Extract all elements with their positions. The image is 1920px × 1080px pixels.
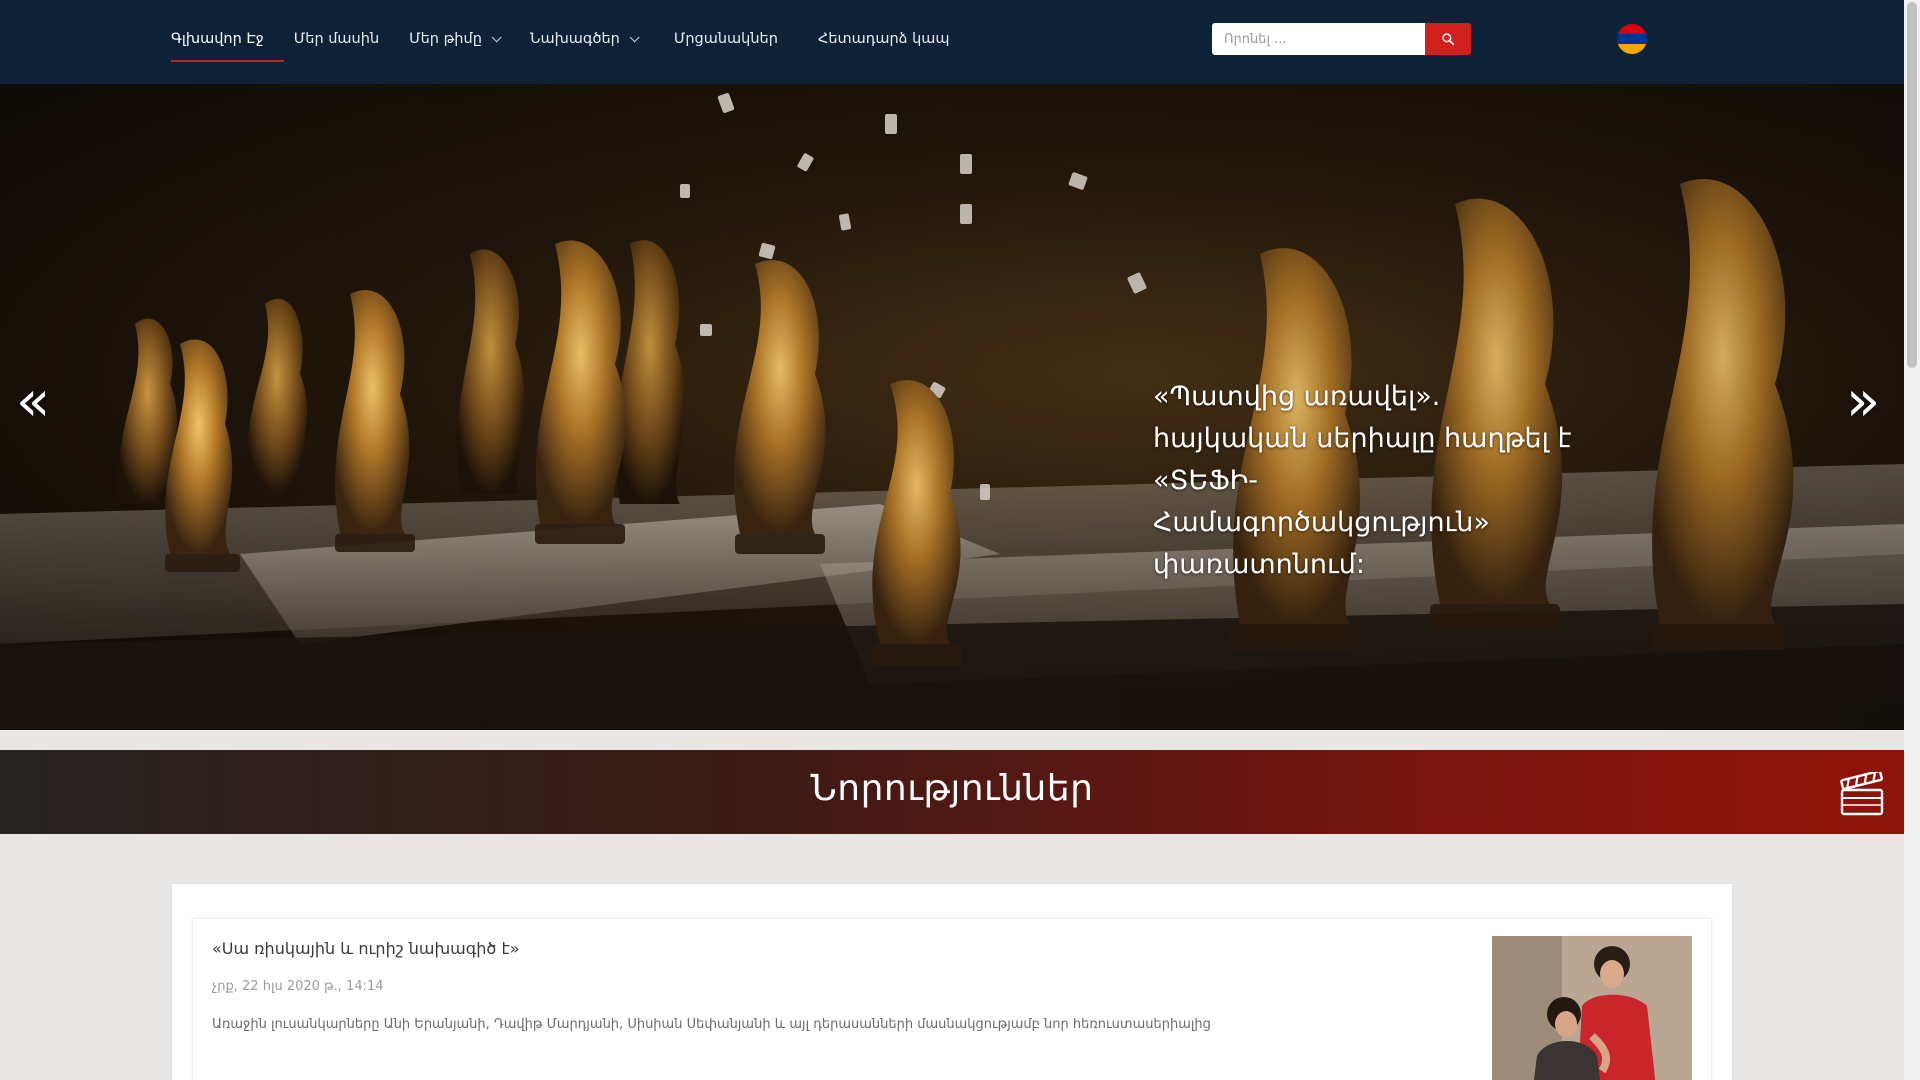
slider-prev-button[interactable]: « [16, 374, 50, 430]
search-input[interactable] [1212, 23, 1425, 55]
search-form [1212, 23, 1471, 55]
hero-slider: « «Պատվից առավել». հայկական սերիալը հաղթ… [0, 84, 1904, 730]
search-icon [1442, 33, 1455, 46]
chevron-down-icon [629, 31, 640, 42]
slider-next-button[interactable]: » [1846, 374, 1880, 430]
page-scrollbar[interactable] [1904, 0, 1920, 1080]
news-section-banner: Նորություններ [0, 750, 1904, 834]
scrollbar-thumb[interactable] [1907, 2, 1917, 368]
nav-item-label: Նախագծեր [529, 31, 620, 47]
news-card[interactable]: «Սա ռիսկային և ուրիշ նախագիծ է» չրք, 22 … [192, 918, 1712, 1080]
nav-item-contact[interactable]: Հետադարձ կապ [818, 0, 950, 78]
news-title[interactable]: «Սա ռիսկային և ուրիշ նախագիծ է» [212, 939, 520, 958]
news-excerpt: Առաջին լուսանկարները Անի Երանյանի, Դավիթ… [212, 1017, 1211, 1032]
search-button[interactable] [1425, 23, 1471, 55]
nav-item-home[interactable]: Գլխավոր Էջ [171, 0, 284, 78]
nav-item-label: Մեր թիմը [409, 31, 482, 47]
armenian-flag-icon[interactable] [1617, 24, 1647, 54]
nav-item-label: Հետադարձ կապ [817, 31, 950, 47]
nav-item-team[interactable]: Մեր թիմը [409, 0, 502, 78]
double-chevron-left-icon: « [16, 369, 51, 434]
news-list: «Սա ռիսկային և ուրիշ նախագիծ է» չրք, 22 … [172, 884, 1732, 1080]
nav-item-projects[interactable]: Նախագծեր [529, 0, 640, 78]
clapperboard-icon [1840, 772, 1884, 816]
news-thumbnail-image[interactable] [1492, 936, 1692, 1080]
news-date: չրք, 22 հլս 2020 թ., 14:14 [212, 979, 384, 994]
chevron-down-icon [491, 31, 502, 42]
nav-item-about[interactable]: Մեր մասին [294, 0, 379, 78]
slide-caption[interactable]: «Պատվից առավել». հայկական սերիալը հաղթել… [1153, 376, 1593, 586]
news-thumbnail-art [1492, 936, 1692, 1080]
nav-item-awards[interactable]: Մրցանակներ [674, 0, 778, 78]
hero-background-image [0, 84, 1904, 730]
nav-item-label: Մրցանակներ [673, 31, 778, 47]
nav-item-label: Մեր մասին [293, 31, 380, 47]
double-chevron-right-icon: » [1846, 369, 1881, 434]
main-menu: Գլխավոր Էջ Մեր մասին Մեր թիմը Նախագծեր Մ… [171, 0, 980, 78]
top-navbar: Գլխավոր Էջ Մեր մասին Մեր թիմը Նախագծեր Մ… [0, 0, 1904, 84]
section-title: Նորություններ [810, 768, 1094, 809]
nav-item-label: Գլխավոր Էջ [171, 31, 264, 47]
